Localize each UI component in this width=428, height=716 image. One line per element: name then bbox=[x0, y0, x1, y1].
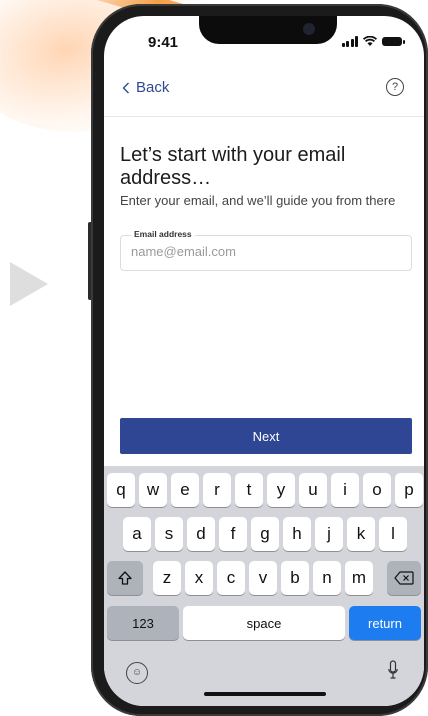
help-icon[interactable]: ? bbox=[386, 78, 404, 96]
key-t[interactable]: t bbox=[235, 473, 263, 507]
key-w[interactable]: w bbox=[139, 473, 167, 507]
play-arrow-icon bbox=[10, 262, 48, 306]
key-j[interactable]: j bbox=[315, 517, 343, 551]
space-key[interactable]: space bbox=[183, 606, 345, 640]
key-k[interactable]: k bbox=[347, 517, 375, 551]
key-i[interactable]: i bbox=[331, 473, 359, 507]
keyboard-row-4: 123 space return bbox=[104, 606, 424, 642]
shift-key[interactable] bbox=[107, 561, 143, 595]
home-indicator[interactable] bbox=[204, 692, 326, 696]
key-g[interactable]: g bbox=[251, 517, 279, 551]
status-time: 9:41 bbox=[148, 34, 179, 51]
signal-icon bbox=[341, 36, 358, 47]
key-u[interactable]: u bbox=[299, 473, 327, 507]
next-button[interactable]: Next bbox=[120, 418, 412, 454]
key-l[interactable]: l bbox=[379, 517, 407, 551]
microphone-icon[interactable] bbox=[388, 660, 398, 682]
battery-icon bbox=[382, 37, 405, 46]
nav-bar: Back ? bbox=[104, 72, 424, 117]
backspace-key[interactable] bbox=[387, 561, 421, 595]
shift-icon bbox=[118, 571, 132, 585]
key-s[interactable]: s bbox=[155, 517, 183, 551]
key-y[interactable]: y bbox=[267, 473, 295, 507]
email-field-label: Email address bbox=[131, 229, 195, 239]
keyboard-row-2: a s d f g h j k l bbox=[104, 517, 424, 553]
key-q[interactable]: q bbox=[107, 473, 135, 507]
key-d[interactable]: d bbox=[187, 517, 215, 551]
key-a[interactable]: a bbox=[123, 517, 151, 551]
key-z[interactable]: z bbox=[153, 561, 181, 595]
emoji-icon[interactable]: ☺ bbox=[126, 662, 148, 684]
keyboard-row-3: z x c v b n m bbox=[104, 561, 424, 597]
phone-screen: 9:41 Back ? Let’s start with your email … bbox=[104, 16, 424, 706]
key-h[interactable]: h bbox=[283, 517, 311, 551]
key-p[interactable]: p bbox=[395, 473, 423, 507]
key-r[interactable]: r bbox=[203, 473, 231, 507]
email-input[interactable] bbox=[131, 244, 391, 259]
status-icons bbox=[341, 36, 405, 47]
key-c[interactable]: c bbox=[217, 561, 245, 595]
key-o[interactable]: o bbox=[363, 473, 391, 507]
notch bbox=[199, 16, 337, 44]
page-title: Let’s start with your email address… bbox=[120, 144, 346, 189]
backspace-icon bbox=[394, 571, 414, 585]
chevron-left-icon bbox=[122, 82, 129, 93]
back-label: Back bbox=[136, 79, 170, 96]
email-field[interactable]: Email address bbox=[120, 229, 412, 271]
key-f[interactable]: f bbox=[219, 517, 247, 551]
key-x[interactable]: x bbox=[185, 561, 213, 595]
key-v[interactable]: v bbox=[249, 561, 277, 595]
wifi-icon bbox=[363, 36, 377, 46]
back-button[interactable]: Back bbox=[122, 79, 169, 96]
key-e[interactable]: e bbox=[171, 473, 199, 507]
key-n[interactable]: n bbox=[313, 561, 341, 595]
key-m[interactable]: m bbox=[345, 561, 373, 595]
return-key[interactable]: return bbox=[349, 606, 421, 640]
key-b[interactable]: b bbox=[281, 561, 309, 595]
keyboard: q w e r t y u i o p a s d f g h j k l z … bbox=[104, 466, 424, 706]
numbers-key[interactable]: 123 bbox=[107, 606, 179, 640]
page-subtitle: Enter your email, and we’ll guide you fr… bbox=[120, 193, 396, 208]
keyboard-row-1: q w e r t y u i o p bbox=[104, 473, 424, 509]
camera-icon bbox=[303, 23, 315, 35]
